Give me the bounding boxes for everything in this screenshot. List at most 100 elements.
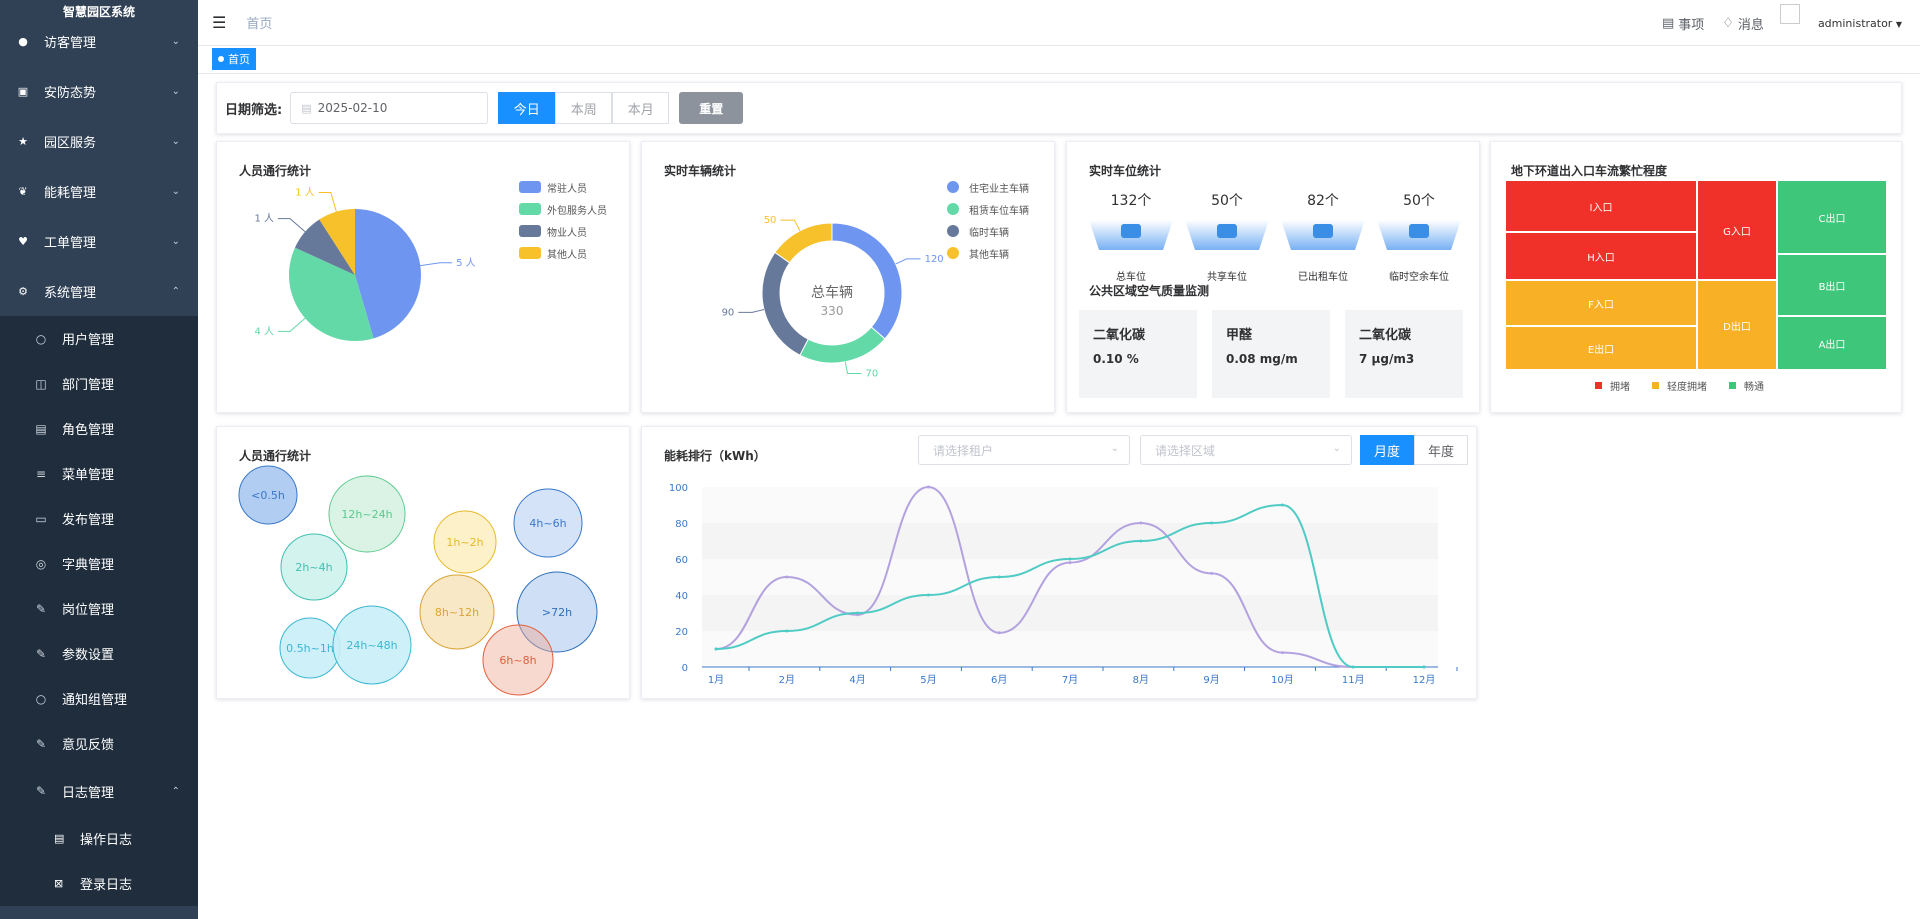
series-point[interactable] <box>926 593 930 597</box>
sidebar-item-dept[interactable]: ◫ 部门管理 <box>0 361 198 406</box>
grid-band <box>702 523 1438 559</box>
legend-item[interactable]: 拥堵 <box>1595 378 1630 393</box>
series-point[interactable] <box>1351 665 1355 669</box>
series-point[interactable] <box>1280 503 1284 507</box>
x-tick-label: 1月 <box>708 674 724 686</box>
series-point[interactable] <box>1068 557 1072 561</box>
legend-item[interactable]: 临时车辆 <box>947 220 1029 242</box>
legend-item[interactable]: 其他车辆 <box>947 242 1029 264</box>
parking-card: 实时车位统计 132个 50个 82个 50个 总车位 共享车位 已出租车位 临… <box>1066 141 1480 413</box>
legend-item[interactable]: 租赁车位车辆 <box>947 198 1029 220</box>
system-submenu: ○ 用户管理 ◫ 部门管理 ▤ 角色管理 ≡ 菜单管理 ▭ 发布管理 ◎ 字典管理 ✎ 岗位管… <box>0 316 198 906</box>
sidebar-item-security[interactable]: ▣ 安防态势 ⌄ <box>0 66 198 116</box>
legend-item[interactable]: 常驻人员 <box>519 176 607 198</box>
sidebar-item-user[interactable]: ○ 用户管理 <box>0 316 198 361</box>
sidebar-item-menu[interactable]: ≡ 菜单管理 <box>0 451 198 496</box>
sidebar-item-feedback[interactable]: ✎ 意见反馈 <box>0 721 198 766</box>
legend-item[interactable]: 外包服务人员 <box>519 198 607 220</box>
treemap-cell[interactable]: D出口 <box>1697 280 1777 370</box>
sidebar-item-job[interactable]: ✎ 岗位管理 <box>0 586 198 631</box>
treemap-cell[interactable]: I入口 <box>1505 180 1697 232</box>
donut-data-label: 90 <box>722 307 735 318</box>
treemap-cell[interactable]: H入口 <box>1505 232 1697 280</box>
sidebar-item-visitor[interactable]: ● 访客管理 ⌄ <box>0 16 198 66</box>
legend-label: 畅通 <box>1744 382 1764 393</box>
user-menu[interactable]: administrator ▼ <box>1818 17 1902 30</box>
series-point[interactable] <box>1210 571 1214 575</box>
sidebar-item-energy[interactable]: ❦ 能耗管理 ⌄ <box>0 166 198 216</box>
sidebar-item-dict[interactable]: ◎ 字典管理 <box>0 541 198 586</box>
treemap-cell[interactable]: B出口 <box>1777 254 1887 316</box>
series-point[interactable] <box>714 647 718 651</box>
treemap-cell[interactable]: A出口 <box>1777 316 1887 370</box>
message-icon: ○ <box>35 691 47 706</box>
series-point[interactable] <box>1068 561 1072 565</box>
treemap-cell[interactable]: F入口 <box>1505 280 1697 326</box>
series-point[interactable] <box>1139 539 1143 543</box>
x-tick-label: 9月 <box>1203 674 1219 686</box>
sidebar-item-label: 能耗管理 <box>44 185 97 201</box>
sidebar-item-workorder[interactable]: ♥ 工单管理 ⌄ <box>0 216 198 266</box>
hamburger-icon[interactable]: ☰ <box>212 13 226 32</box>
y-tick-label: 40 <box>675 591 688 602</box>
y-tick-label: 0 <box>682 663 688 674</box>
legend-item[interactable]: 轻度拥堵 <box>1652 378 1707 393</box>
sidebar-item-operlog[interactable]: ▤ 操作日志 <box>0 816 198 861</box>
sidebar-item-post[interactable]: ▭ 发布管理 <box>0 496 198 541</box>
donut-slice[interactable] <box>799 326 886 364</box>
series-point[interactable] <box>997 575 1001 579</box>
sidebar-item-logininfor[interactable]: ⊠ 登录日志 <box>0 861 198 906</box>
form-icon: ✎ <box>35 736 47 751</box>
series-point[interactable] <box>926 485 930 489</box>
sidebar-item-system[interactable]: ⚙ 系统管理 ⌃ <box>0 266 198 316</box>
date-value: 2025-02-10 <box>317 101 388 115</box>
legend-item[interactable]: 其他人员 <box>519 242 607 264</box>
donut-slice[interactable] <box>774 222 833 264</box>
legend-item[interactable]: 畅通 <box>1729 378 1764 393</box>
series-point[interactable] <box>785 629 789 633</box>
donut-label-line <box>844 361 862 375</box>
month-button[interactable]: 本月 <box>612 92 670 124</box>
legend-item[interactable]: 住宅业主车辆 <box>947 176 1029 198</box>
breadcrumb[interactable]: 首页 <box>246 13 272 32</box>
car-platform-icon <box>1281 220 1365 250</box>
tag-home[interactable]: 首页 <box>212 48 256 70</box>
week-button[interactable]: 本周 <box>555 92 613 124</box>
donut-slice[interactable] <box>831 222 903 340</box>
reset-button[interactable]: 重置 <box>679 92 744 124</box>
grid-band <box>702 487 1438 523</box>
message-button[interactable]: ♢ 消息 <box>1722 14 1764 33</box>
chevron-down-icon: ⌄ <box>171 35 180 47</box>
sidebar-item-role[interactable]: ▤ 角色管理 <box>0 406 198 451</box>
todo-button[interactable]: ▤ 事项 <box>1662 14 1704 33</box>
date-picker[interactable]: ▤ 2025-02-10 <box>290 92 489 124</box>
x-tick-label: 10月 <box>1271 674 1294 686</box>
y-tick-label: 60 <box>675 555 688 566</box>
treemap-cell[interactable]: E出口 <box>1505 326 1697 370</box>
x-tick-label: 12月 <box>1413 674 1436 686</box>
today-button[interactable]: 今日 <box>498 92 556 124</box>
series-point[interactable] <box>997 631 1001 635</box>
card-title: 地下环道出入口车流繁忙程度 <box>1511 164 1668 178</box>
logininfor-icon: ⊠ <box>54 877 64 890</box>
donut-center-value: 330 <box>820 304 844 318</box>
series-point[interactable] <box>1422 665 1426 669</box>
treemap-cell[interactable]: G入口 <box>1697 180 1777 280</box>
legend-label: 轻度拥堵 <box>1667 382 1707 393</box>
treemap-cell[interactable]: C出口 <box>1777 180 1887 254</box>
sidebar-item-park-service[interactable]: ★ 园区服务 ⌄ <box>0 116 198 166</box>
sidebar: 智慧园区系统 ● 访客管理 ⌄ ▣ 安防态势 ⌄ ★ 园区服务 ⌄ ❦ 能耗管理… <box>0 0 198 919</box>
legend-item[interactable]: 物业人员 <box>519 220 607 242</box>
user-icon: ● <box>18 34 28 48</box>
series-point[interactable] <box>785 575 789 579</box>
series-point[interactable] <box>1210 521 1214 525</box>
x-tick-label: 8月 <box>1133 674 1149 686</box>
avatar[interactable] <box>1779 4 1800 24</box>
series-point[interactable] <box>856 611 860 615</box>
sidebar-item-notice-group[interactable]: ○ 通知组管理 <box>0 676 198 721</box>
series-point[interactable] <box>1280 651 1284 655</box>
sidebar-item-config[interactable]: ✎ 参数设置 <box>0 631 198 676</box>
sidebar-item-log[interactable]: ✎ 日志管理 ⌃ <box>0 766 198 816</box>
series-point[interactable] <box>1139 521 1143 525</box>
legend-swatch <box>947 225 959 237</box>
